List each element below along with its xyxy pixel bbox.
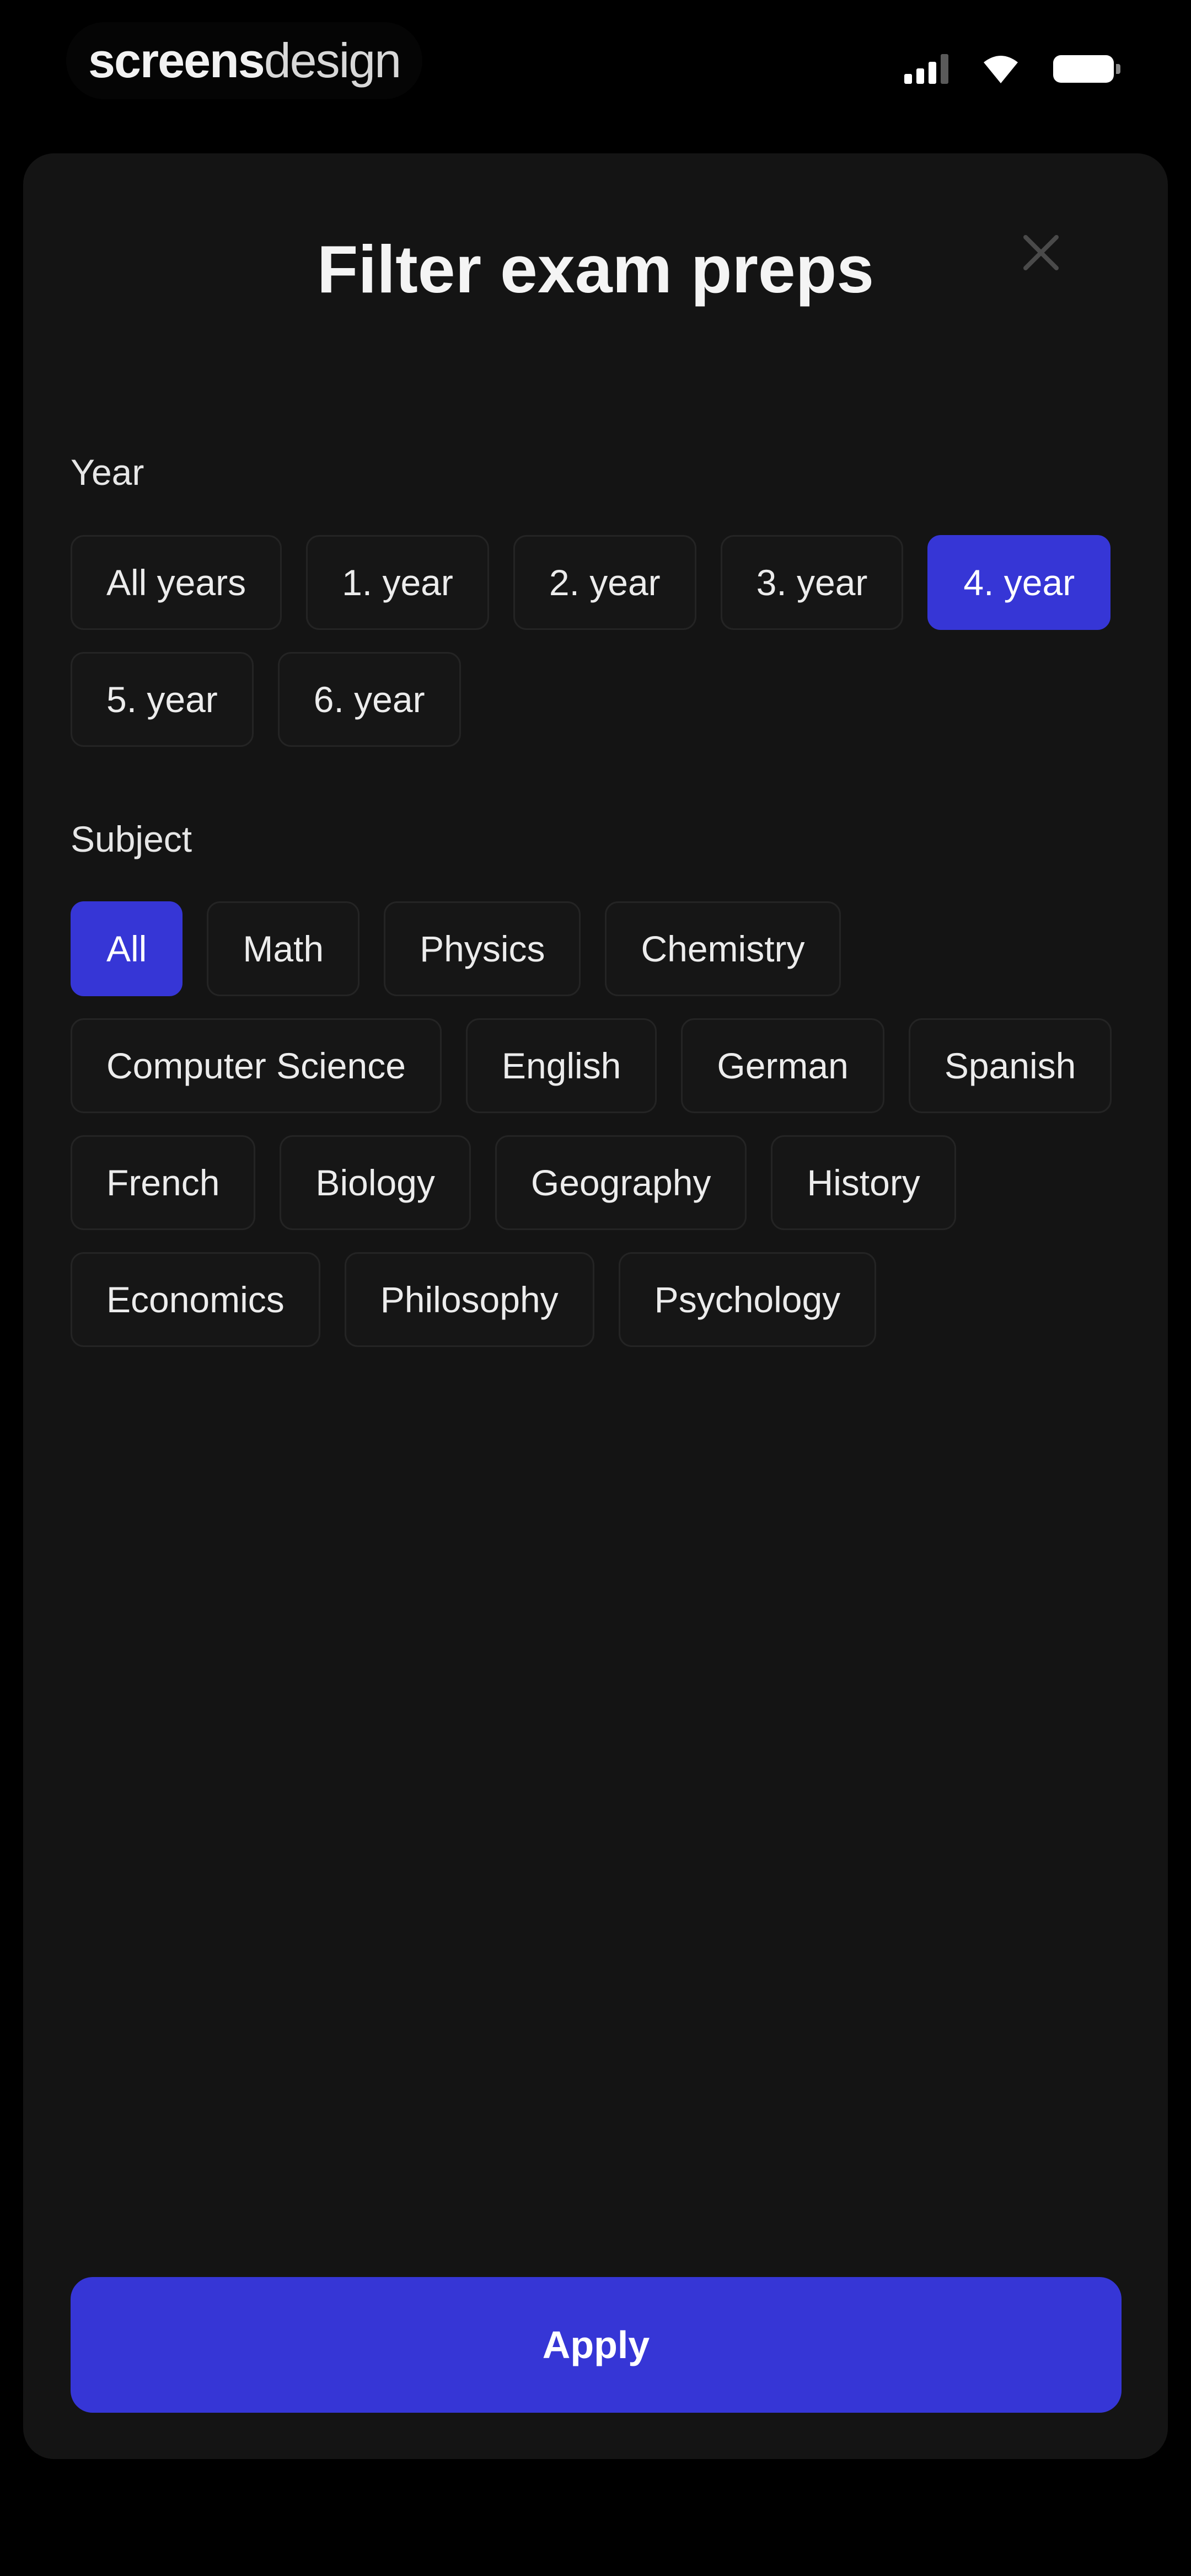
brand-logo: screens design (66, 22, 423, 99)
subject-chip-math[interactable]: Math (207, 901, 360, 996)
year-chip-6-year[interactable]: 6. year (277, 652, 461, 747)
subject-chip-english[interactable]: English (465, 1018, 657, 1113)
cellular-signal-icon (904, 54, 948, 84)
year-chip-all-years[interactable]: All years (71, 535, 282, 630)
subject-chip-philosophy[interactable]: Philosophy (344, 1252, 594, 1347)
subject-chip-economics[interactable]: Economics (71, 1252, 320, 1347)
year-section-label: Year (71, 452, 144, 493)
year-chip-3-year[interactable]: 3. year (720, 535, 904, 630)
apply-button[interactable]: Apply (71, 2277, 1122, 2413)
year-chip-2-year[interactable]: 2. year (513, 535, 696, 630)
year-chip-4-year[interactable]: 4. year (927, 535, 1111, 630)
year-chip-5-year[interactable]: 5. year (71, 652, 254, 747)
subject-chip-chemistry[interactable]: Chemistry (605, 901, 841, 996)
brand-logo-bold: screens (88, 33, 265, 88)
year-chip-1-year[interactable]: 1. year (306, 535, 489, 630)
subject-chip-history[interactable]: History (771, 1135, 956, 1230)
wifi-icon (984, 56, 1018, 83)
subject-chip-psychology[interactable]: Psychology (618, 1252, 877, 1347)
subject-chip-group: All Math Physics Chemistry Computer Science E… (71, 901, 1118, 1347)
subject-chip-biology[interactable]: Biology (280, 1135, 471, 1230)
status-bar: screens design (0, 0, 1191, 127)
subject-chip-computer-science[interactable]: Computer Science (71, 1018, 442, 1113)
subject-chip-physics[interactable]: Physics (384, 901, 581, 996)
subject-chip-french[interactable]: French (71, 1135, 256, 1230)
subject-chip-spanish[interactable]: Spanish (908, 1018, 1112, 1113)
subject-chip-geography[interactable]: Geography (495, 1135, 747, 1230)
subject-chip-german[interactable]: German (681, 1018, 884, 1113)
battery-icon (1053, 55, 1120, 83)
sheet-title: Filter exam preps (316, 232, 875, 307)
status-icons (904, 50, 1120, 88)
brand-logo-light: design (264, 33, 401, 88)
year-chip-group: All years 1. year 2. year 3. year 4. year 5. … (71, 535, 1118, 747)
subject-chip-all[interactable]: All (71, 901, 183, 996)
subject-section-label: Subject (71, 819, 192, 859)
filter-sheet: Filter exam preps Year All years 1. year 2… (23, 153, 1168, 2459)
